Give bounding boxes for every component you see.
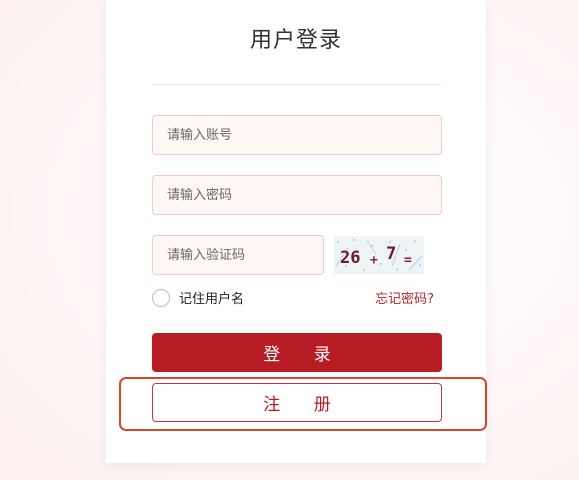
remember-username-checkbox[interactable]: 记住用户名	[152, 288, 244, 307]
captcha-input[interactable]	[152, 235, 324, 275]
login-card: 用户登录 26 + 7 = 记住用户名 忘记密码? 登 录 注 册	[106, 0, 486, 463]
captcha-image[interactable]: 26 + 7 =	[334, 236, 424, 274]
remember-username-label: 记住用户名	[179, 292, 245, 307]
title-divider	[152, 84, 442, 85]
register-button[interactable]: 注 册	[152, 383, 442, 422]
captcha-part-1: 26	[340, 248, 360, 268]
page-title: 用户登录	[249, 28, 342, 53]
radio-circle-icon[interactable]	[152, 288, 170, 307]
login-button[interactable]: 登 录	[152, 333, 442, 372]
account-input[interactable]	[152, 115, 442, 155]
captcha-part-3: 7	[386, 244, 396, 264]
captcha-part-4: =	[404, 253, 412, 268]
password-input[interactable]	[152, 175, 442, 215]
captcha-part-2: +	[370, 253, 378, 268]
captcha-noise-icon: 26 + 7 =	[335, 239, 423, 271]
forgot-password-link[interactable]: 忘记密码?	[375, 288, 434, 307]
